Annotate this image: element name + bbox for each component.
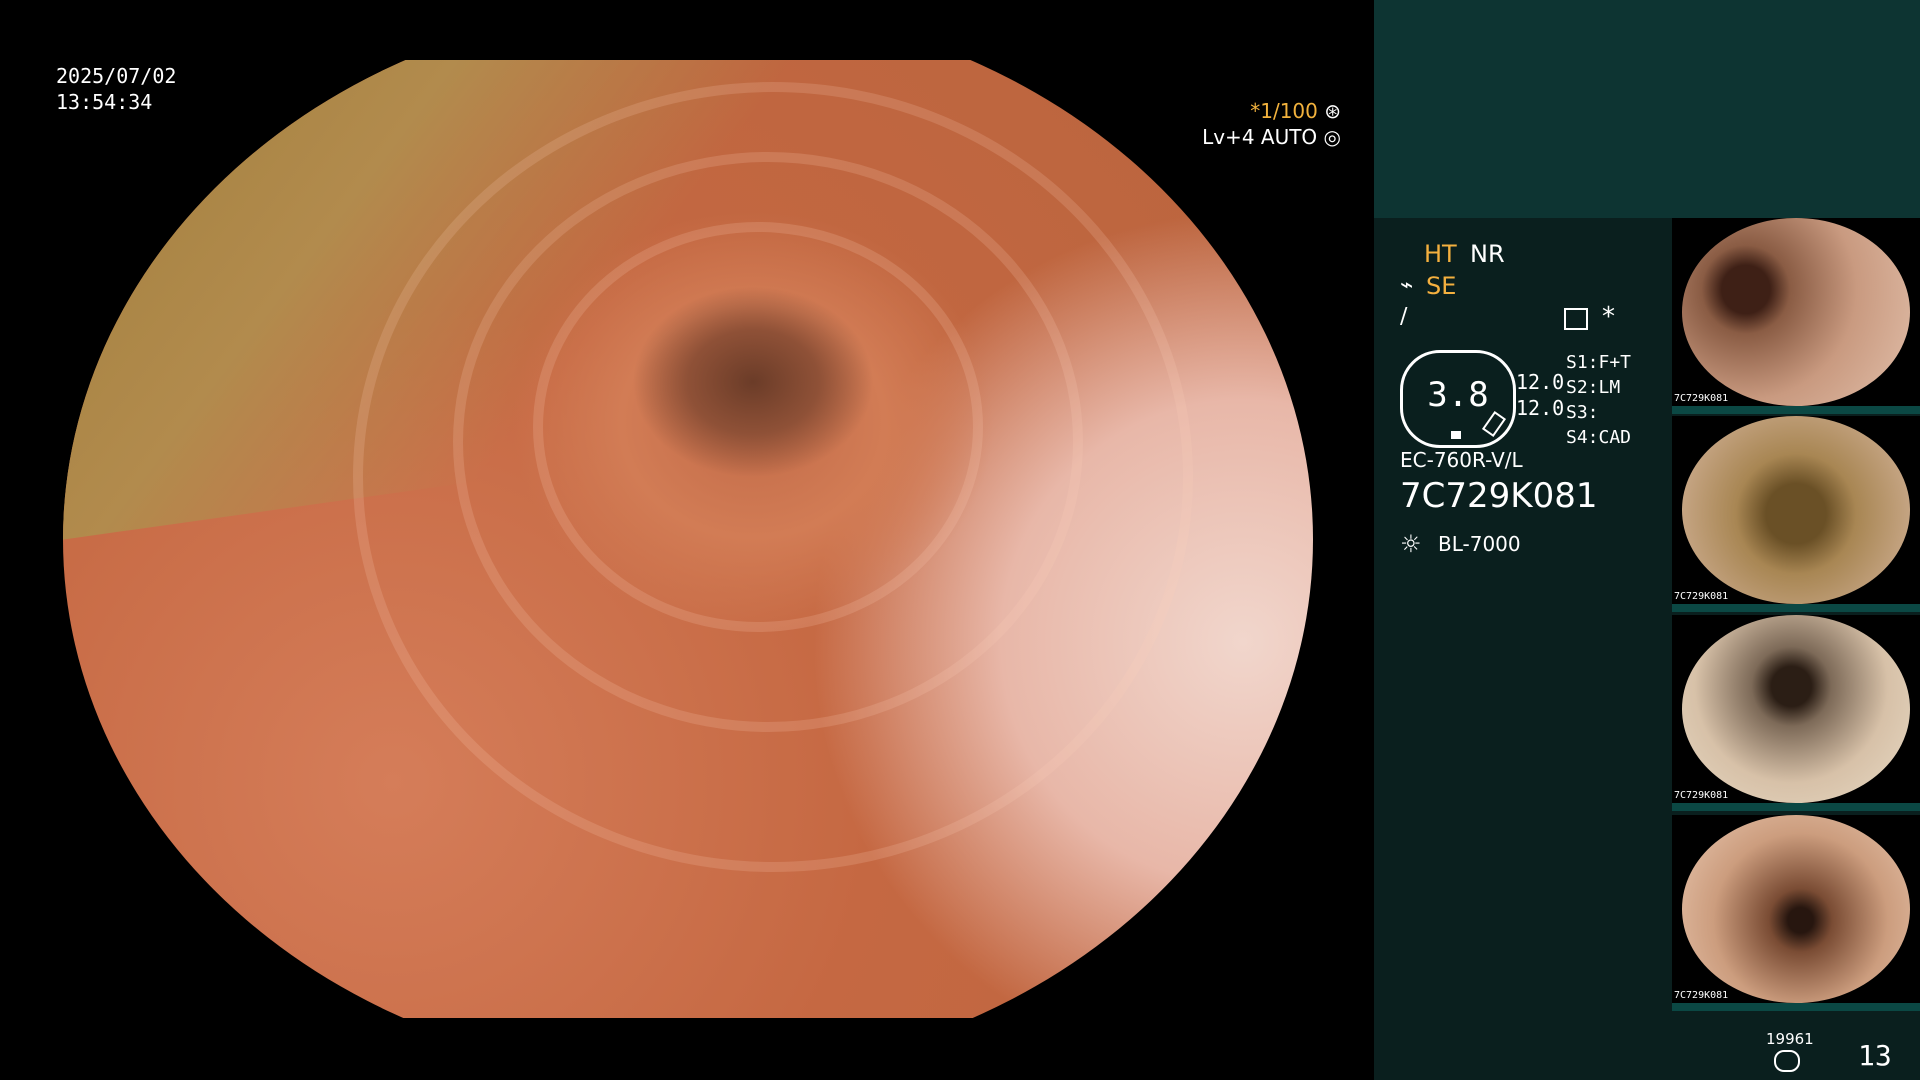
thumbnail-image	[1682, 615, 1910, 803]
endoscope-image	[63, 60, 1313, 1018]
datetime: 2025/07/02 13:54:34	[56, 63, 176, 115]
value-1: 12.0	[1516, 370, 1565, 394]
se-label: SE	[1426, 272, 1457, 300]
s1-setting: S1:F+T	[1566, 352, 1632, 373]
storage-count: 19961	[1766, 1030, 1814, 1048]
thumbnail-label: 7C729K081	[1674, 990, 1729, 1001]
ht-label: HT	[1424, 240, 1457, 268]
thumbnail-label: 7C729K081	[1674, 393, 1729, 404]
sun-icon: ☼	[1400, 530, 1422, 558]
fold-ring	[353, 82, 1193, 872]
nr-label: NR	[1470, 240, 1505, 268]
time-text: 13:54:34	[56, 90, 153, 114]
shutter-speed: *1/100	[1250, 99, 1318, 123]
gain-dot	[1451, 431, 1461, 439]
image-count: 13	[1858, 1039, 1892, 1072]
gain-readout: 3.8	[1400, 350, 1516, 448]
thumbnail-image	[1682, 815, 1910, 1003]
value-2: 12.0	[1516, 396, 1565, 420]
s4-setting: S4:CAD	[1566, 427, 1632, 448]
endoscope-frame	[0, 60, 1374, 1018]
level-mode: Lv+4 AUTO	[1202, 125, 1318, 149]
scissors-icon: ⌁	[1400, 273, 1414, 298]
date-text: 2025/07/02	[56, 64, 177, 88]
thumbnail-label: 7C729K081	[1674, 790, 1729, 801]
thumbnail-1[interactable]: 7C729K081	[1672, 218, 1920, 414]
light-source: BL-7000	[1438, 532, 1521, 556]
endoscope-view: 2025/07/02 13:54:34 *1/100 ⊛ Lv+4 AUTO ◎	[0, 0, 1374, 1080]
gain-value: 3.8	[1427, 375, 1489, 415]
thumbnail-image	[1682, 218, 1910, 406]
shutter-readout: *1/100 ⊛ Lv+4 AUTO ◎	[1202, 98, 1341, 150]
thumbnail-3[interactable]: 7C729K081	[1672, 615, 1920, 811]
shutter-icon: ⊛	[1324, 99, 1341, 123]
scope-model: EC-760R-V/L	[1400, 448, 1523, 472]
menu-icon	[1564, 308, 1588, 330]
thumbnail-image	[1682, 416, 1910, 604]
s2-setting: S2:LM	[1566, 377, 1621, 398]
scope-serial: 7C729K081	[1400, 476, 1598, 516]
waveform-icon: ∕	[1400, 304, 1408, 329]
thumbnail-label: 7C729K081	[1674, 591, 1729, 602]
thumbnail-4[interactable]: 7C729K081	[1672, 815, 1920, 1011]
asterisk-icon: *	[1602, 302, 1615, 332]
info-panel: HT NR ⌁ SE ∕ * 3.8 12.0 12.0 S1:F+T S2:L…	[1374, 218, 1920, 1080]
database-icon	[1774, 1050, 1800, 1072]
scope-settings: S1:F+T S2:LM S3: S4:CAD	[1566, 350, 1631, 450]
s3-setting: S3:	[1566, 402, 1599, 423]
right-header	[1374, 0, 1920, 218]
thumbnail-2[interactable]: 7C729K081	[1672, 416, 1920, 612]
auto-icon: ◎	[1323, 125, 1341, 149]
